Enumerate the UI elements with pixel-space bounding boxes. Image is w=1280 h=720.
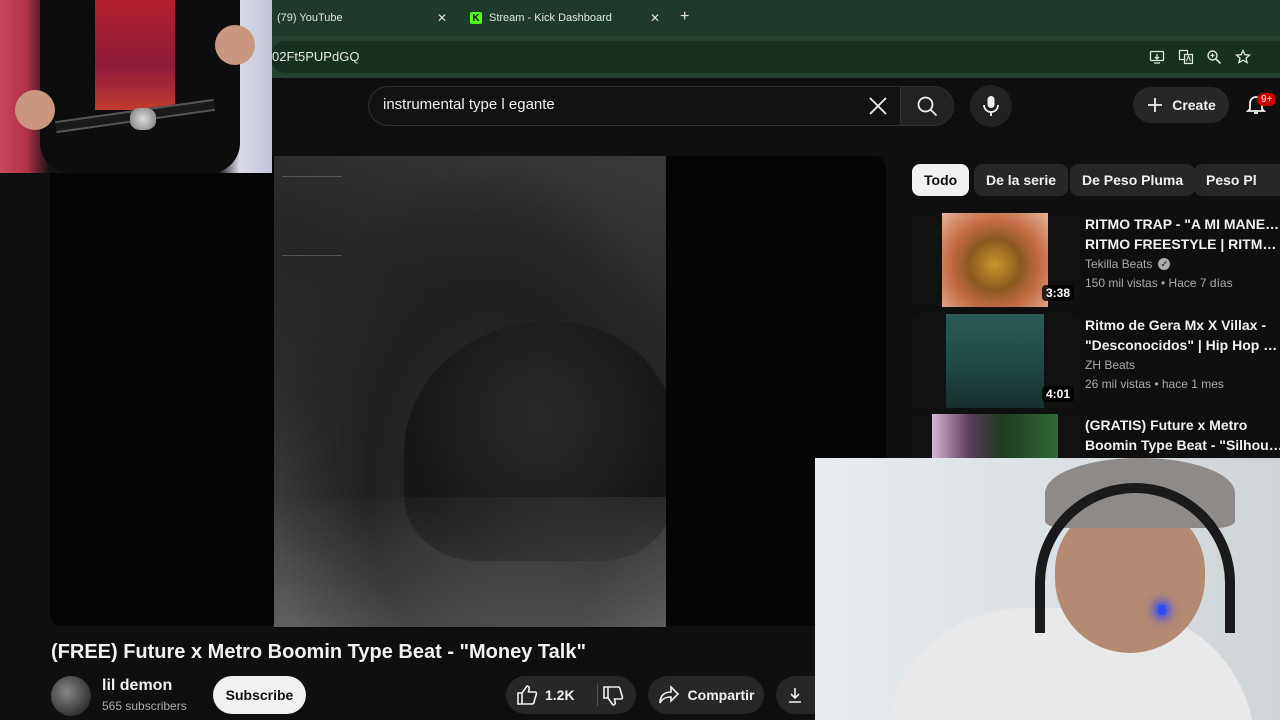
chip-de-la-serie[interactable]: De la serie [974,164,1069,196]
url-field[interactable] [270,41,1280,73]
recommendation-title[interactable]: (GRATIS) Future x Metro Boomin Type Beat… [1085,415,1280,455]
recommendation-title[interactable]: RITMO TRAP - "A MI MANERA" | RITMO FREES… [1085,214,1280,254]
channel-name: ZH Beats [1085,358,1136,372]
share-icon [658,685,679,704]
create-label: Create [1172,97,1216,113]
zoom-icon[interactable] [1205,48,1223,66]
translate-icon[interactable] [1177,48,1195,66]
voice-search-button[interactable] [970,85,1012,127]
search-icon [917,96,938,117]
recommendation-title[interactable]: Ritmo de Gera Mx X Villax - "Desconocido… [1085,315,1280,355]
video-thumbnail[interactable] [912,414,1080,458]
recommendation-channel[interactable]: Tekilla Beats ✓ [1085,257,1171,271]
garage-door-decoration [282,176,342,256]
title-line: Ritmo de Gera Mx X Villax - [1085,317,1267,333]
share-label: Compartir [687,687,755,703]
recommendation-meta: 150 mil vistas • Hace 7 días [1085,276,1233,290]
install-icon[interactable] [1148,48,1166,66]
like-count: 1.2K [545,687,575,703]
channel-name: Tekilla Beats [1085,257,1153,271]
chip-peso-pluma[interactable]: Peso Pl [1194,164,1280,196]
thumbs-down-icon [603,686,624,706]
hand-shape [215,25,255,65]
subscribe-button[interactable]: Subscribe [213,676,306,714]
thumbnail-image [942,213,1048,307]
bookmark-star-icon[interactable] [1234,48,1252,66]
close-icon [869,97,887,115]
close-icon[interactable]: ✕ [437,11,447,25]
list-item[interactable]: 4:01 Ritmo de Gera Mx X Villax - "Descon… [912,314,1280,409]
kick-logo-icon: K [470,12,482,24]
channel-name[interactable]: lil demon [102,677,172,695]
title-line: (GRATIS) Future x Metro [1085,417,1248,433]
thumbs-up-icon [517,685,538,705]
webcam-overlay-top [0,0,272,173]
video-title: (FREE) Future x Metro Boomin Type Beat -… [51,641,586,663]
tab-kick-dashboard[interactable]: K Stream - Kick Dashboard ✕ [470,0,660,36]
tab-label: (79) YouTube [277,12,343,24]
title-line: RITMO FREESTYLE | RITMO ... [1085,236,1280,252]
recommendation-channel[interactable]: ZH Beats [1085,358,1135,372]
headset-led [1158,605,1166,615]
new-tab-button[interactable]: + [680,8,689,26]
verified-check-icon: ✓ [1158,258,1171,270]
video-thumbnail[interactable]: 4:01 [912,314,1080,408]
title-line: RITMO TRAP - "A MI MANERA" | [1085,216,1280,232]
thumbnail-image [946,314,1044,408]
recommendation-meta: 26 mil vistas • hace 1 mes [1085,377,1224,391]
subscriber-count: 565 subscribers [102,699,187,713]
search-button[interactable] [900,86,954,126]
title-line: Boomin Type Beat - "Silhouette" [1085,437,1280,453]
notification-badge: 9+ [1257,93,1277,106]
like-dislike-group: 1.2K [506,676,636,714]
close-icon[interactable]: ✕ [650,11,660,25]
floor-decoration [274,497,666,627]
video-frame-image [274,156,666,627]
duration-badge: 4:01 [1041,386,1074,402]
chip-de-peso-pluma[interactable]: De Peso Pluma [1070,164,1196,196]
video-thumbnail[interactable]: 3:38 [912,213,1080,307]
download-icon [789,688,801,703]
duration-badge: 3:38 [1041,285,1074,301]
tab-label: Stream - Kick Dashboard [489,12,612,24]
webcam-overlay-bottom [815,458,1280,720]
like-divider [597,684,598,706]
title-line: "Desconocidos" | Hip Hop Chill... [1085,337,1280,353]
microphone-icon [983,96,999,116]
plus-icon [1148,98,1163,112]
search-query-text: instrumental type l egante [383,96,555,113]
chip-todo[interactable]: Todo [912,164,970,196]
share-button[interactable]: Compartir [648,676,764,714]
hand-shape [15,90,55,130]
clear-search-button[interactable] [864,92,892,120]
belt-buckle-shape [130,108,156,130]
tab-youtube[interactable]: (79) YouTube ✕ [277,0,447,36]
thumbnail-image [932,414,1058,458]
url-text: 02Ft5PUPdGQ [272,49,360,64]
avatar[interactable] [51,676,91,716]
dislike-button[interactable] [602,685,624,710]
shirt-shape [95,0,175,110]
like-button[interactable] [516,684,538,709]
list-item[interactable]: (GRATIS) Future x Metro Boomin Type Beat… [912,414,1280,458]
list-item[interactable]: 3:38 RITMO TRAP - "A MI MANERA" | RITMO … [912,213,1280,308]
create-button[interactable]: Create [1133,87,1229,123]
